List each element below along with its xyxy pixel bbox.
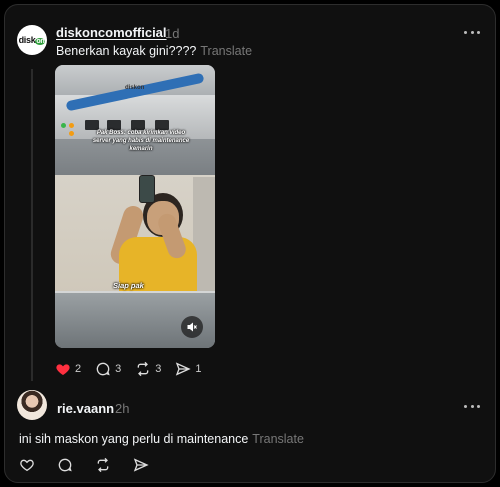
phone-in-video: [139, 175, 155, 203]
heart-icon: [56, 364, 70, 375]
reply-time: 2h: [115, 401, 130, 416]
post-username[interactable]: diskoncomofficial: [56, 25, 167, 40]
reply-actions: [19, 457, 171, 473]
post-time: 1d: [165, 26, 180, 41]
reply-caption-text: ini sih maskon yang perlu di maintenance: [19, 432, 249, 446]
more-icon[interactable]: [464, 405, 480, 409]
avatar[interactable]: diskon: [17, 25, 47, 55]
comment-count: 3: [115, 363, 122, 375]
share-icon: [133, 458, 149, 472]
post-caption: Benerkan kayak gini???? Translate: [56, 44, 252, 58]
video-player[interactable]: diskon Pak Boss: coba kirimkan video ser…: [55, 65, 215, 348]
like-count: 2: [75, 363, 82, 375]
reply-repost-button[interactable]: [95, 457, 115, 473]
comment-icon: [96, 362, 110, 376]
like-button[interactable]: 2: [55, 361, 81, 377]
thread-line: [31, 69, 33, 381]
translate-link[interactable]: Translate: [252, 432, 304, 446]
share-count: 1: [195, 363, 202, 375]
video-reply-text: Siap pak: [113, 281, 144, 290]
avatar-logo: diskon: [18, 35, 46, 45]
comment-button[interactable]: 3: [95, 361, 121, 377]
reply-avatar[interactable]: [17, 390, 47, 420]
repost-count: 3: [155, 363, 162, 375]
reply-username[interactable]: rie.vaann: [57, 401, 114, 416]
video-overlay-text: Pak Boss: coba kirimkan video server yan…: [92, 130, 190, 152]
share-button[interactable]: 1: [175, 361, 202, 377]
reply-caption: ini sih maskon yang perlu di maintenance…: [19, 432, 304, 446]
repost-icon: [97, 457, 109, 473]
translate-link[interactable]: Translate: [200, 44, 252, 58]
post-actions: 2 3 3 1: [55, 361, 216, 377]
reply-share-button[interactable]: [133, 457, 153, 473]
thread-card: diskon diskoncomofficial 1d Benerkan kay…: [4, 4, 496, 483]
volume-muted-icon[interactable]: [181, 316, 203, 338]
heart-icon: [20, 459, 34, 472]
reply-comment-button[interactable]: [57, 457, 77, 473]
repost-icon: [137, 361, 149, 377]
post-caption-text: Benerkan kayak gini????: [56, 44, 197, 58]
repost-button[interactable]: 3: [135, 361, 161, 377]
comment-icon: [58, 458, 72, 472]
share-icon: [176, 362, 192, 376]
more-icon[interactable]: [464, 31, 480, 35]
reply-like-button[interactable]: [19, 457, 39, 473]
video-logo: diskon: [125, 85, 145, 91]
